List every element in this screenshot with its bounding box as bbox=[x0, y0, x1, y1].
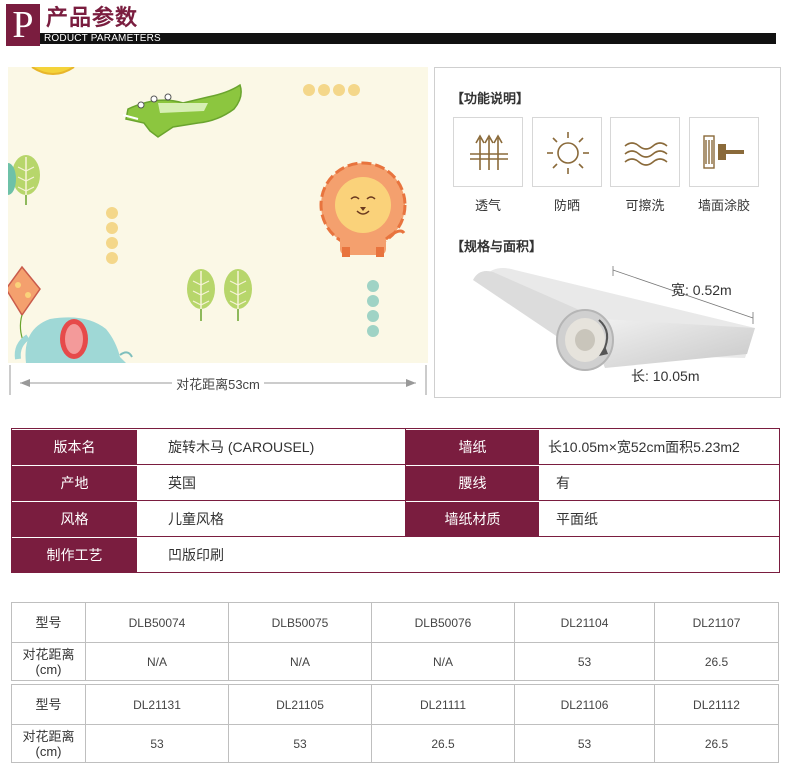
spec-table: 版本名 旋转木马 (CAROUSEL) 墙纸 长10.05m×宽52cm面积5.… bbox=[11, 428, 780, 573]
sun-motif bbox=[31, 67, 75, 75]
model-label: 型号 bbox=[11, 684, 86, 725]
repeat-distance-value: 26.5 bbox=[371, 724, 515, 763]
feature-label-washable: 可擦洗 bbox=[625, 198, 665, 213]
repeat-distance-value: 53 bbox=[228, 724, 372, 763]
table-row: 型号 DL21131 DL21105 DL21111 DL21106 DL211… bbox=[11, 684, 779, 725]
repeat-distance-label: 对花距离 (cm) bbox=[11, 724, 86, 763]
wallpaper-roll-image bbox=[473, 266, 755, 371]
spec-value-style: 儿童风格 bbox=[168, 511, 224, 527]
lion-motif bbox=[319, 161, 407, 257]
repeat-distance-value: 53 bbox=[85, 724, 229, 763]
model-code: DL21106 bbox=[514, 684, 655, 725]
repeat-distance-label: 对花距离 (cm) bbox=[11, 642, 86, 681]
model-code: DL21104 bbox=[514, 602, 655, 643]
repeat-distance-value: N/A bbox=[228, 642, 372, 681]
spec-value-process: 凹版印刷 bbox=[168, 547, 224, 563]
breathable-icon bbox=[453, 117, 523, 187]
spec-label-process: 制作工艺 bbox=[12, 538, 137, 572]
table-row: 型号 DLB50074 DLB50075 DLB50076 DL21104 DL… bbox=[11, 602, 779, 643]
repeat-distance-label: 对花距离53cm bbox=[172, 377, 264, 392]
table-row: 对花距离 (cm) N/A N/A N/A 53 26.5 bbox=[11, 642, 779, 681]
dots-column-motif bbox=[106, 207, 118, 264]
teal-dots-motif bbox=[367, 280, 379, 337]
table-row: 对花距离 (cm) 53 53 26.5 53 26.5 bbox=[11, 724, 779, 763]
brand-logo: P bbox=[6, 4, 40, 46]
spec-value-version: 旋转木马 (CAROUSEL) bbox=[168, 439, 315, 455]
feature-label-breathable: 透气 bbox=[474, 198, 501, 213]
spec-value-border: 有 bbox=[556, 475, 570, 491]
model-table-1: 型号 DLB50074 DLB50075 DLB50076 DL21104 DL… bbox=[11, 602, 779, 681]
model-table-2: 型号 DL21131 DL21105 DL21111 DL21106 DL211… bbox=[11, 684, 779, 763]
roll-length-label: 长: 10.05m bbox=[631, 368, 700, 384]
repeat-distance-value: 26.5 bbox=[654, 724, 779, 763]
leaves-pair-motif bbox=[187, 269, 252, 321]
elephant-motif bbox=[14, 317, 133, 363]
dots-row-motif bbox=[303, 84, 360, 96]
wave-icon bbox=[610, 117, 680, 187]
crocodile-motif bbox=[122, 83, 242, 138]
wallpaper-pattern-image bbox=[8, 67, 428, 363]
repeat-distance-value: 26.5 bbox=[654, 642, 779, 681]
repeat-distance-value: 53 bbox=[514, 724, 655, 763]
spec-label-border: 腰线 bbox=[406, 466, 539, 500]
repeat-distance-value: 53 bbox=[514, 642, 655, 681]
spec-label-wallpaper: 墙纸 bbox=[406, 430, 539, 464]
spec-label-material: 墙纸材质 bbox=[406, 502, 539, 536]
spec-value-wallpaper: 长10.05m×宽52cm面积5.23m2 bbox=[548, 439, 740, 455]
repeat-distance-value: N/A bbox=[371, 642, 515, 681]
model-code: DL21111 bbox=[371, 684, 515, 725]
model-code: DL21112 bbox=[654, 684, 779, 725]
spec-label-origin: 产地 bbox=[12, 466, 137, 500]
spec-value-origin: 英国 bbox=[168, 475, 196, 491]
repeat-measurement: 对花距离53cm bbox=[8, 363, 428, 397]
feature-panel: 【功能说明】 透气 防晒 可擦洗 墙面涂胶 【规格与面积】 宽: 0.52m 长… bbox=[434, 67, 781, 398]
spec-label-style: 风格 bbox=[12, 502, 137, 536]
spec-value-material: 平面纸 bbox=[556, 511, 598, 527]
model-code: DL21131 bbox=[85, 684, 229, 725]
page-subtitle: RODUCT PARAMETERS bbox=[44, 33, 161, 44]
model-label: 型号 bbox=[11, 602, 86, 643]
feature-label-paste-wall: 墙面涂胶 bbox=[697, 198, 750, 213]
spec-label-version: 版本名 bbox=[12, 430, 137, 464]
feature-section-title: 【功能说明】 bbox=[451, 91, 530, 106]
model-code: DL21107 bbox=[654, 602, 779, 643]
dimension-section-title: 【规格与面积】 bbox=[451, 239, 543, 254]
model-code: DL21105 bbox=[228, 684, 372, 725]
page-title: 产品参数 bbox=[46, 5, 139, 30]
sun-icon bbox=[532, 117, 602, 187]
repeat-distance-value: N/A bbox=[85, 642, 229, 681]
paste-brush-icon bbox=[689, 117, 759, 187]
model-code: DLB50074 bbox=[85, 602, 229, 643]
feature-label-sunproof: 防晒 bbox=[553, 198, 580, 213]
leaf-motif bbox=[8, 155, 40, 205]
model-code: DLB50075 bbox=[228, 602, 372, 643]
roll-width-label: 宽: 0.52m bbox=[671, 282, 732, 298]
model-code: DLB50076 bbox=[371, 602, 515, 643]
